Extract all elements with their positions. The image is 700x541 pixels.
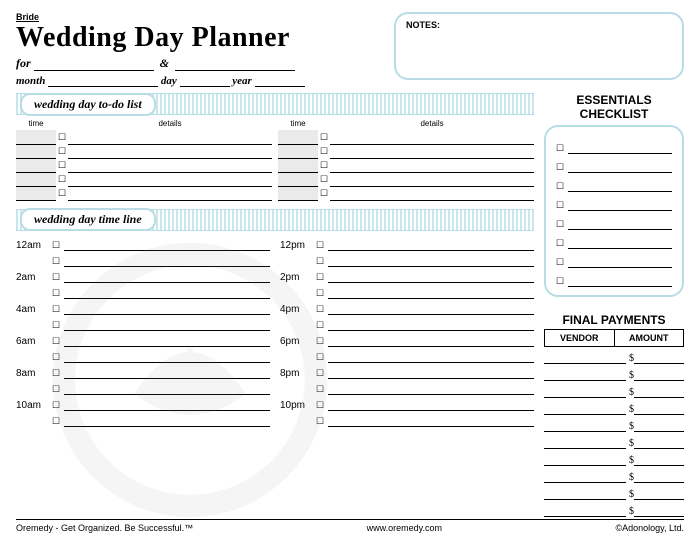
page-title: Wedding Day Planner — [16, 22, 382, 54]
payment-row: $ — [544, 432, 684, 449]
essentials-row: ☐ — [556, 211, 672, 230]
payment-row: $ — [544, 381, 684, 398]
todo-table: timedetails timedetails ☐☐ ☐☐ ☐☐ ☐☐ ☐☐ — [16, 117, 534, 201]
timeline-row: 4pm☐ — [280, 299, 534, 315]
timeline-row: 10am☐ — [16, 395, 270, 411]
timeline-row: ☐ — [16, 347, 270, 363]
timeline-row: ☐ — [280, 411, 534, 427]
notes-label: NOTES: — [406, 20, 672, 30]
timeline-row: ☐ — [280, 283, 534, 299]
payment-row: $ — [544, 449, 684, 466]
payment-row: $ — [544, 483, 684, 500]
timeline-row: 2pm☐ — [280, 267, 534, 283]
timeline-section-label: wedding day time line — [20, 208, 156, 231]
timeline-row: ☐ — [16, 315, 270, 331]
timeline-header-bar: wedding day time line — [16, 209, 534, 231]
timeline-row: ☐ — [16, 283, 270, 299]
footer: Oremedy - Get Organized. Be Successful.™… — [16, 519, 684, 533]
essentials-row: ☐ — [556, 268, 672, 287]
timeline-row: ☐ — [16, 411, 270, 427]
todo-section-label: wedding day to-do list — [20, 93, 156, 116]
payment-row: $ — [544, 466, 684, 483]
payment-row: $ — [544, 500, 684, 517]
essentials-row: ☐ — [556, 192, 672, 211]
essentials-row: ☐ — [556, 230, 672, 249]
timeline-row: ☐ — [16, 251, 270, 267]
for-line: for & — [16, 56, 382, 71]
date-line: month day year — [16, 75, 382, 87]
essentials-row: ☐ — [556, 173, 672, 192]
timeline-row: ☐ — [280, 347, 534, 363]
timeline-row: 6pm☐ — [280, 331, 534, 347]
payment-row: $ — [544, 364, 684, 381]
essentials-row: ☐ — [556, 249, 672, 268]
essentials-title: ESSENTIALS CHECKLIST — [544, 93, 684, 121]
timeline-row: 2am☐ — [16, 267, 270, 283]
timeline-row: 10pm☐ — [280, 395, 534, 411]
essentials-row: ☐ — [556, 135, 672, 154]
timeline-row: 12pm☐ — [280, 235, 534, 251]
payments-title: FINAL PAYMENTS — [544, 313, 684, 327]
essentials-box: ☐☐☐☐☐☐☐☐ — [544, 125, 684, 297]
timeline-row: ☐ — [16, 379, 270, 395]
payments-header: VENDORAMOUNT — [544, 329, 684, 347]
payment-row: $ — [544, 415, 684, 432]
timeline-table: 12am☐☐2am☐☐4am☐☐6am☐☐8am☐☐10am☐☐ 12pm☐☐2… — [16, 235, 534, 427]
timeline-row: 8pm☐ — [280, 363, 534, 379]
timeline-row: ☐ — [280, 251, 534, 267]
timeline-row: 12am☐ — [16, 235, 270, 251]
timeline-row: ☐ — [280, 315, 534, 331]
timeline-row: ☐ — [280, 379, 534, 395]
timeline-row: 6am☐ — [16, 331, 270, 347]
todo-header-bar: wedding day to-do list — [16, 93, 534, 115]
timeline-row: 4am☐ — [16, 299, 270, 315]
payment-row: $ — [544, 398, 684, 415]
essentials-row: ☐ — [556, 154, 672, 173]
notes-box: NOTES: — [394, 12, 684, 80]
payment-row: $ — [544, 347, 684, 364]
pre-title: Bride — [16, 12, 382, 22]
timeline-row: 8am☐ — [16, 363, 270, 379]
